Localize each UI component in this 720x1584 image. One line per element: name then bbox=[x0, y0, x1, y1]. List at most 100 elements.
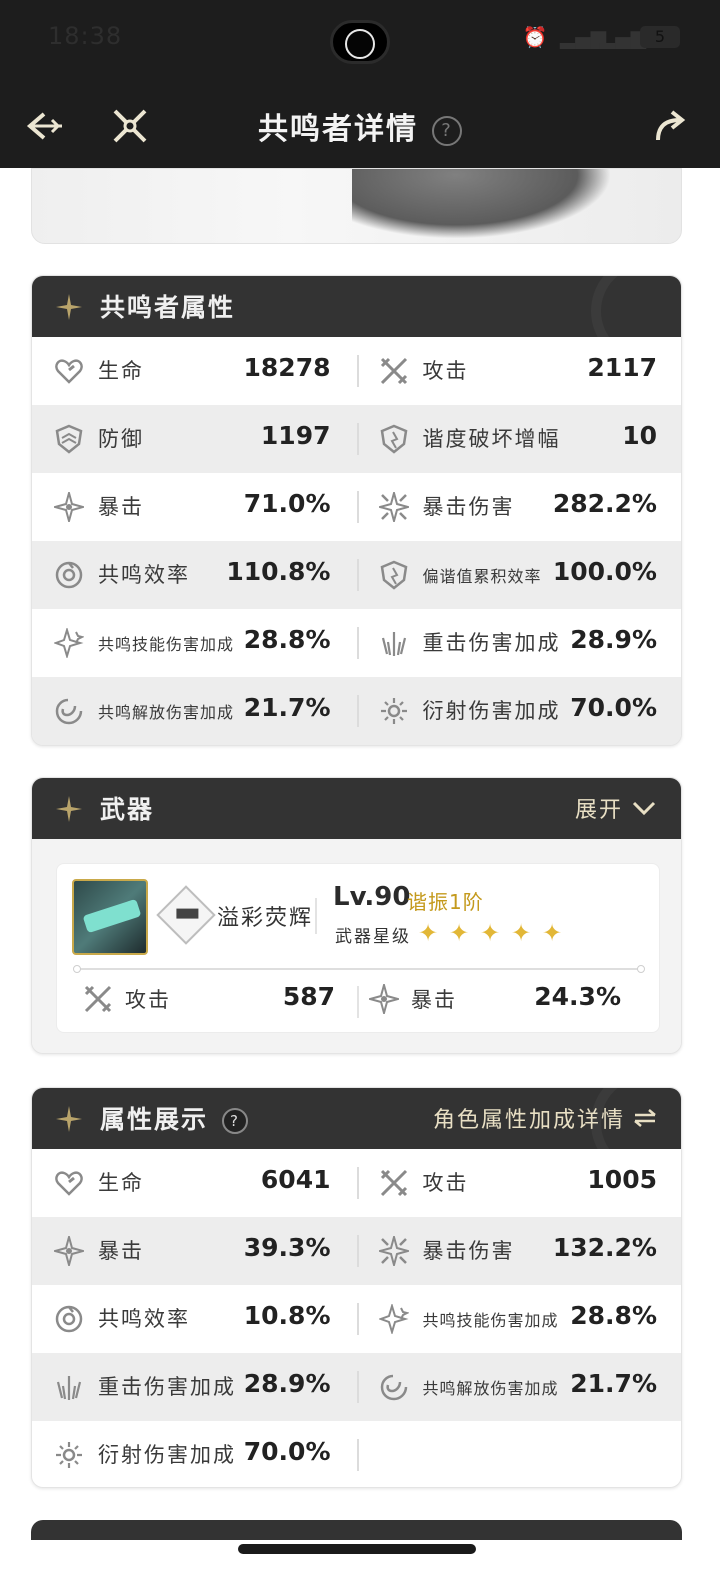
weapon-star-label: 武器星级 bbox=[335, 927, 411, 947]
stat-value: 1197 bbox=[260, 421, 331, 450]
heavy-attack-icon bbox=[54, 1372, 84, 1402]
chevron-down-icon bbox=[632, 801, 656, 816]
weapon-name: 溢彩荧辉 bbox=[217, 906, 314, 931]
energy-icon bbox=[54, 1304, 84, 1334]
sword-icon bbox=[379, 1168, 409, 1198]
section-title: 属性展示? bbox=[100, 1100, 249, 1136]
stat-row: 共鸣技能伤害加成 28.8% 重击伤害加成 28.9% bbox=[32, 609, 681, 677]
divider bbox=[357, 627, 359, 659]
nav-bar: 共鸣者详情? bbox=[0, 88, 720, 164]
home-indicator[interactable] bbox=[238, 1544, 476, 1554]
stat-cell: 共鸣效率 10.8% bbox=[32, 1285, 357, 1353]
camera-island bbox=[330, 20, 390, 64]
diffraction-icon bbox=[379, 696, 409, 726]
divider bbox=[357, 695, 359, 727]
stat-value: 21.7% bbox=[570, 1369, 657, 1398]
stat-cell: 偏谐值累积效率 100.0% bbox=[357, 541, 682, 609]
divider bbox=[357, 1303, 359, 1335]
page-title-text: 共鸣者详情 bbox=[258, 112, 418, 147]
stat-row: 共鸣效率 10.8% 共鸣技能伤害加成 28.8% bbox=[32, 1285, 681, 1353]
stat-label: 防御 bbox=[98, 427, 144, 451]
heart-icon bbox=[54, 356, 84, 386]
stat-row: 共鸣解放伤害加成 21.7% 衍射伤害加成 70.0% bbox=[32, 677, 681, 745]
star-icon: ✦ bbox=[510, 919, 532, 947]
stat-cell: 共鸣解放伤害加成 21.7% bbox=[32, 677, 357, 745]
divider bbox=[357, 559, 359, 591]
character-image bbox=[352, 169, 612, 239]
divider bbox=[315, 898, 317, 934]
help-icon[interactable]: ? bbox=[432, 115, 462, 146]
weapon-level: Lv.90 bbox=[333, 882, 411, 912]
stat-cell: 衍射伤害加成 70.0% bbox=[357, 677, 682, 745]
stat-cell: 谐度破坏增幅 10 bbox=[357, 405, 682, 473]
resonator-attributes-panel: 共鸣者属性 生命 18278 攻击 2117 防御 1197 谐度破坏增幅 10 暴击 71.0%… bbox=[31, 275, 682, 746]
expand-button[interactable]: 展开 bbox=[575, 792, 657, 824]
weapon-body: 溢彩荧辉 Lv.90 谐振1阶 武器星级 ✦ ✦ ✦ ✦ ✦ 攻击 587 暴击 24.… bbox=[32, 839, 681, 1053]
heart-icon bbox=[54, 1168, 84, 1198]
stat-value: 21.7% bbox=[243, 693, 331, 722]
stat-cell: 共鸣解放伤害加成 21.7% bbox=[357, 1353, 682, 1421]
divider bbox=[357, 1439, 359, 1471]
stat-label: 生命 bbox=[98, 1171, 144, 1195]
stat-value: 24.3% bbox=[534, 982, 621, 1011]
stat-label: 共鸣效率 bbox=[98, 563, 190, 587]
weapon-header: 武器 展开 bbox=[32, 778, 681, 839]
stat-label: 攻击 bbox=[125, 988, 171, 1012]
stat-value: 18278 bbox=[243, 353, 331, 382]
help-icon[interactable]: ? bbox=[222, 1108, 249, 1134]
page-title: 共鸣者详情? bbox=[0, 104, 720, 148]
stat-cell: 生命 18278 bbox=[32, 337, 357, 405]
stat-value: 28.9% bbox=[570, 625, 657, 654]
stat-label: 暴击 bbox=[98, 495, 144, 519]
sword-icon bbox=[379, 356, 409, 386]
sword-icon bbox=[83, 984, 113, 1014]
stat-cell: 重击伤害加成 28.9% bbox=[32, 1353, 357, 1421]
section-title-text: 属性展示 bbox=[100, 1105, 209, 1134]
stat-label: 共鸣技能伤害加成 bbox=[422, 1311, 559, 1330]
section-title: 武器 bbox=[100, 795, 155, 824]
expand-label: 展开 bbox=[574, 798, 623, 823]
stat-row: 生命 18278 攻击 2117 bbox=[32, 337, 681, 405]
stat-row: 防御 1197 谐度破坏增幅 10 bbox=[32, 405, 681, 473]
divider bbox=[357, 1371, 359, 1403]
divider bbox=[357, 1235, 359, 1267]
shield-break-icon bbox=[379, 560, 409, 590]
weapon-thumbnail[interactable] bbox=[72, 879, 148, 955]
shield-break-icon bbox=[379, 424, 409, 454]
sparkle-icon bbox=[54, 794, 84, 824]
stat-row: 暴击 39.3% 暴击伤害 132.2% bbox=[32, 1217, 681, 1285]
energy-icon bbox=[54, 560, 84, 590]
weapon-card[interactable]: 溢彩荧辉 Lv.90 谐振1阶 武器星级 ✦ ✦ ✦ ✦ ✦ 攻击 587 暴击 24.… bbox=[56, 863, 660, 1033]
weapon-stat-crit: 暴击 24.3% bbox=[369, 982, 621, 1022]
stat-value: 71.0% bbox=[243, 489, 331, 518]
stat-value: 132.2% bbox=[552, 1233, 657, 1262]
stat-cell: 暴击伤害 282.2% bbox=[357, 473, 682, 541]
sparkle-icon bbox=[54, 1104, 84, 1134]
divider bbox=[357, 423, 359, 455]
stat-label: 暴击伤害 bbox=[422, 495, 515, 519]
signal-icon-2: ▂▄▆ bbox=[600, 25, 647, 49]
stat-label: 暴击 bbox=[98, 1239, 144, 1263]
stat-cell: 生命 6041 bbox=[32, 1149, 357, 1217]
stat-label: 偏谐值累积效率 bbox=[422, 567, 542, 586]
crit-dmg-icon bbox=[378, 1236, 409, 1266]
attribute-display-panel: 属性展示? 角色属性加成详情 生命 6041 攻击 1005 暴击 39.3% 暴击伤害 13… bbox=[31, 1087, 682, 1488]
attribute-display-header: 属性展示? 角色属性加成详情 bbox=[32, 1088, 681, 1178]
stat-label: 暴击 bbox=[411, 988, 457, 1012]
stat-label: 共鸣效率 bbox=[98, 1307, 190, 1331]
stat-label: 重击伤害加成 bbox=[98, 1375, 236, 1399]
star-icon: ✦ bbox=[479, 919, 501, 947]
stat-value: 70.0% bbox=[570, 693, 657, 722]
crit-dmg-icon bbox=[378, 492, 409, 522]
stat-label: 衍射伤害加成 bbox=[422, 699, 561, 723]
stat-label: 谐度破坏增幅 bbox=[422, 427, 561, 451]
stat-value: 100.0% bbox=[552, 557, 657, 586]
divider bbox=[357, 355, 359, 387]
stat-label: 重击伤害加成 bbox=[422, 631, 561, 655]
share-icon[interactable] bbox=[646, 102, 694, 150]
stat-cell: 衍射伤害加成 70.0% bbox=[32, 1421, 357, 1487]
stat-cell: 重击伤害加成 28.9% bbox=[357, 609, 682, 677]
status-bar: 18:38 ⏰ ▂▄▆ ▂▄▆ 5 bbox=[0, 0, 720, 80]
stat-value: 28.8% bbox=[243, 625, 331, 654]
stat-cell: 暴击 71.0% bbox=[32, 473, 357, 541]
